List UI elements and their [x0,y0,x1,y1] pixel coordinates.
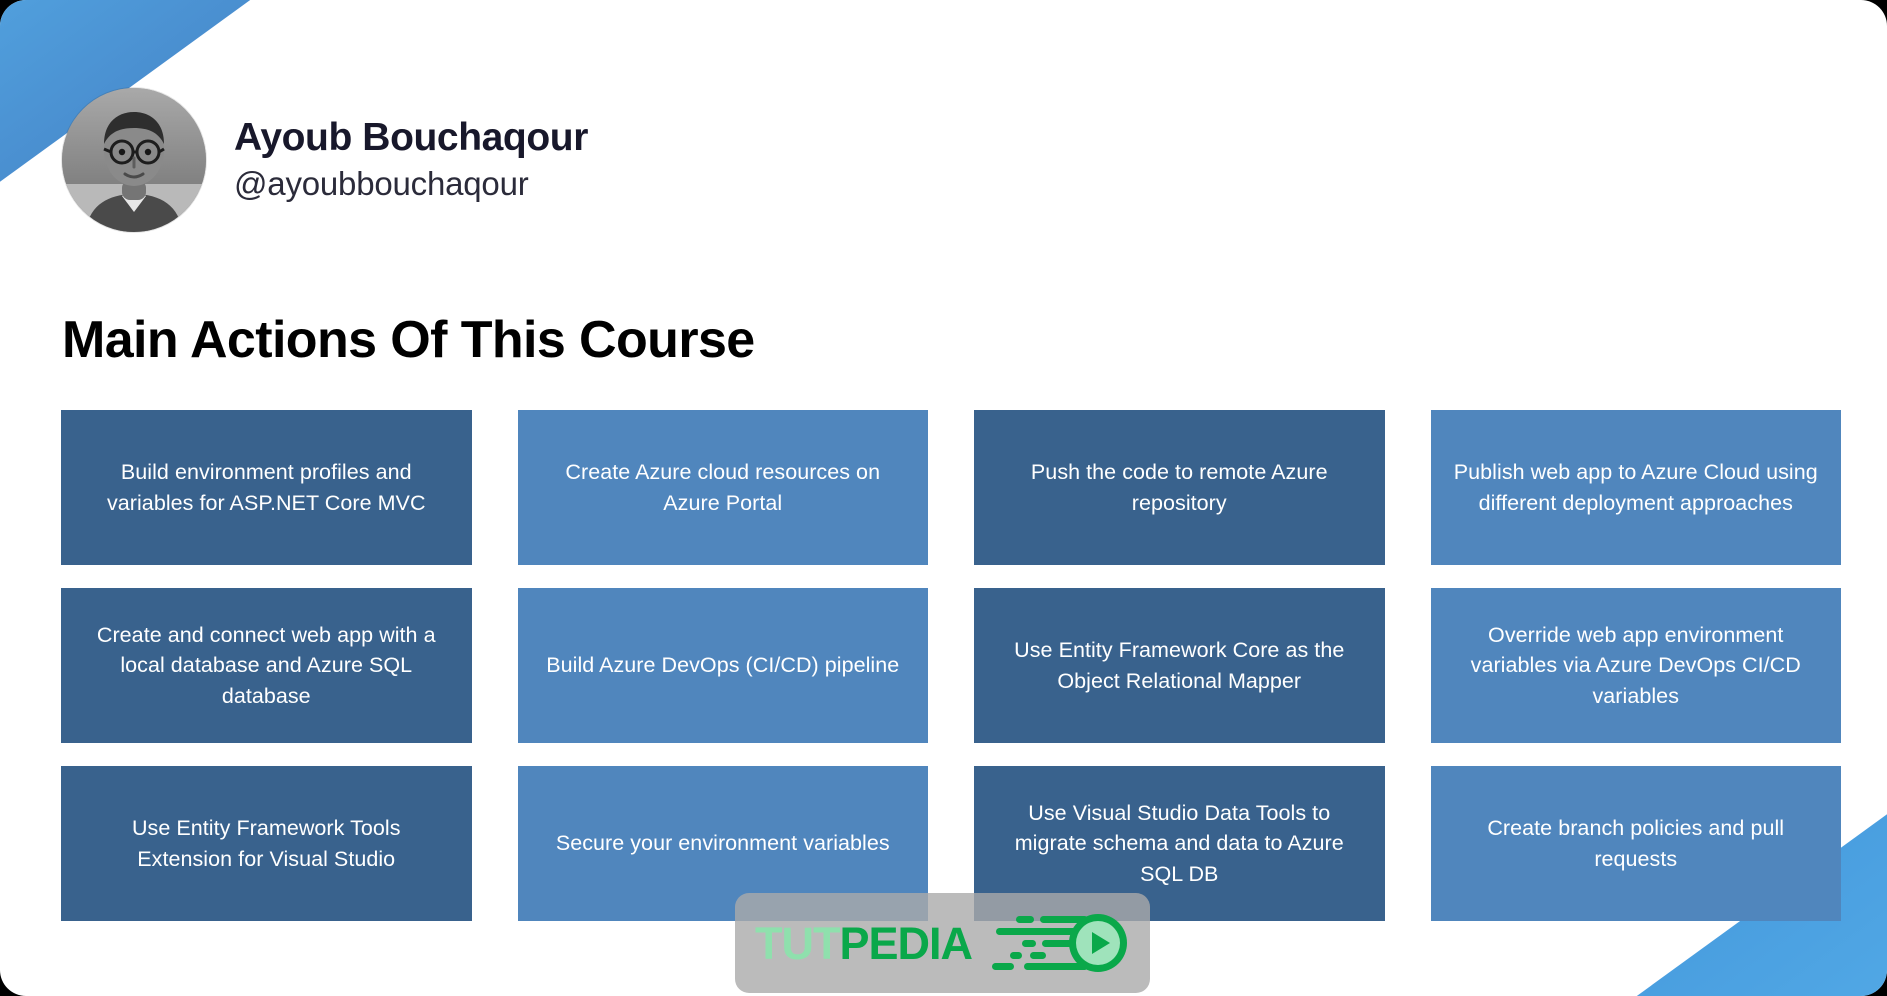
action-card[interactable]: Build Azure DevOps (CI/CD) pipeline [517,588,928,743]
action-card-label: Override web app environment variables v… [1470,622,1801,708]
action-card-label: Push the code to remote Azure repository [1030,459,1328,515]
profile-header: Ayoub Bouchaqour @ayoubbouchaqour [62,88,588,232]
watermark-text-secondary: PEDIA [839,917,973,969]
action-card[interactable]: Push the code to remote Azure repository [974,410,1385,565]
action-card-label: Publish web app to Azure Cloud using dif… [1453,459,1818,515]
watermark-text: TUTPEDIA [754,917,973,969]
avatar [62,88,206,232]
action-card[interactable]: Create Azure cloud resources on Azure Po… [517,410,928,565]
action-card-label: Create Azure cloud resources on Azure Po… [565,459,881,515]
action-card[interactable]: Publish web app to Azure Cloud using dif… [1430,410,1841,565]
actions-grid: Build environment profiles and variables… [61,410,1841,921]
action-card[interactable]: Override web app environment variables v… [1430,588,1841,743]
action-card-label: Secure your environment variables [555,831,890,856]
action-card-label: Use Visual Studio Data Tools to migrate … [1014,800,1344,886]
action-card[interactable]: Use Entity Framework Tools Extension for… [61,766,472,921]
action-card[interactable]: Use Visual Studio Data Tools to migrate … [974,766,1385,921]
profile-handle: @ayoubbouchaqour [234,165,529,203]
action-card-label: Build environment profiles and variables… [106,459,426,515]
action-card-label: Use Entity Framework Tools Extension for… [131,815,401,871]
page-title: Main Actions Of This Course [62,311,755,369]
action-card[interactable]: Build environment profiles and variables… [61,410,472,565]
action-card[interactable]: Use Entity Framework Core as the Object … [974,588,1385,743]
slide-root: Ayoub Bouchaqour @ayoubbouchaqour Main A… [0,0,1887,996]
watermark-text-primary: TUT [754,917,840,969]
profile-name: Ayoub Bouchaqour [234,116,588,160]
action-card-label: Use Entity Framework Core as the Object … [1014,637,1345,693]
profile-text: Ayoub Bouchaqour @ayoubbouchaqour [234,115,588,204]
action-card[interactable]: Create branch policies and pull requests [1430,766,1841,921]
action-card-label: Create branch policies and pull requests [1487,815,1785,871]
action-card-label: Create and connect web app with a local … [96,622,436,708]
action-card[interactable]: Secure your environment variables [517,766,928,921]
action-card[interactable]: Create and connect web app with a local … [61,588,472,743]
action-card-label: Build Azure DevOps (CI/CD) pipeline [546,653,900,678]
